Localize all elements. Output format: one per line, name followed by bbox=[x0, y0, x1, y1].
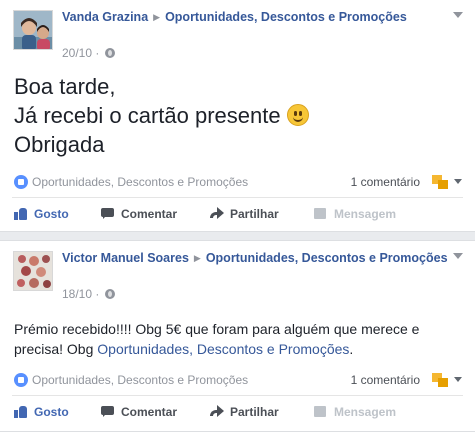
divider bbox=[12, 197, 463, 198]
author-avatar[interactable] bbox=[13, 251, 53, 291]
message-line-with-emoji: Já recebi o cartão presente bbox=[14, 101, 309, 130]
message-line: Obrigada bbox=[14, 132, 105, 157]
post-date[interactable]: 20/10 bbox=[62, 46, 92, 60]
post-timestamp[interactable]: 18/10 · bbox=[62, 287, 115, 301]
author-name[interactable]: Vanda Grazina bbox=[62, 10, 148, 24]
comment-count[interactable]: 1 comentário bbox=[351, 372, 420, 388]
like-button[interactable]: Gosto bbox=[14, 204, 69, 224]
thumbs-up-icon bbox=[14, 207, 28, 220]
post-options-chevron-icon[interactable] bbox=[453, 253, 463, 259]
reaction-names[interactable]: Oportunidades, Descontos e Promoções bbox=[32, 175, 248, 189]
author-avatar[interactable] bbox=[13, 10, 53, 50]
group-mention-link[interactable]: Oportunidades, Descontos e Promoções bbox=[97, 341, 349, 357]
author-name[interactable]: Victor Manuel Soares bbox=[62, 251, 189, 265]
like-reaction-icon bbox=[14, 373, 28, 387]
comment-count[interactable]: 1 comentário bbox=[351, 174, 420, 190]
post-message: Prémio recebido!!!! Obg 5€ que foram par… bbox=[14, 321, 420, 357]
message-icon bbox=[314, 405, 328, 418]
arrow-right-icon: ▶ bbox=[153, 12, 161, 22]
share-button[interactable]: Partilhar bbox=[210, 204, 279, 224]
feed-post: Victor Manuel Soares ▶ Oportunidades, Desc… bbox=[0, 240, 475, 432]
post-header: Vanda Grazina ▶ Oportunidades, Descontos e… bbox=[62, 8, 452, 27]
share-button[interactable]: Partilhar bbox=[210, 402, 279, 422]
comment-button[interactable]: Comentar bbox=[101, 402, 177, 422]
share-icon bbox=[210, 207, 224, 220]
chevron-down-icon[interactable] bbox=[454, 179, 462, 184]
post-header: Victor Manuel Soares ▶ Oportunidades, Desc… bbox=[62, 249, 452, 268]
like-button[interactable]: Gosto bbox=[14, 402, 69, 422]
divider bbox=[12, 395, 463, 396]
reactions-bar: Oportunidades, Descontos e Promoções 1 c… bbox=[14, 372, 462, 388]
post-timestamp[interactable]: 20/10 · bbox=[62, 46, 115, 60]
message-button: Mensagem bbox=[314, 402, 396, 422]
comment-icon bbox=[101, 207, 115, 220]
reactions-bar: Oportunidades, Descontos e Promoções 1 c… bbox=[14, 174, 462, 190]
post-message: Boa tarde, Já recebi o cartão presente O… bbox=[14, 72, 309, 159]
message-icon bbox=[314, 207, 328, 220]
feed-post: Vanda Grazina ▶ Oportunidades, Descontos e… bbox=[0, 0, 475, 232]
like-reaction-icon bbox=[14, 175, 28, 189]
globe-icon bbox=[104, 48, 115, 58]
post-options-chevron-icon[interactable] bbox=[453, 12, 463, 18]
translate-icon[interactable] bbox=[432, 373, 450, 387]
smiley-icon bbox=[286, 104, 309, 126]
globe-icon bbox=[104, 289, 115, 299]
post-actions: Gosto Comentar Partilhar Mensagem bbox=[14, 204, 464, 224]
comment-icon bbox=[101, 405, 115, 418]
message-line: Boa tarde, bbox=[14, 74, 116, 99]
translate-icon[interactable] bbox=[432, 175, 450, 189]
group-name[interactable]: Oportunidades, Descontos e Promoções bbox=[206, 251, 448, 265]
comment-button[interactable]: Comentar bbox=[101, 204, 177, 224]
arrow-right-icon: ▶ bbox=[193, 253, 201, 263]
group-name[interactable]: Oportunidades, Descontos e Promoções bbox=[165, 10, 407, 24]
post-actions: Gosto Comentar Partilhar Mensagem bbox=[14, 402, 464, 422]
message-button: Mensagem bbox=[314, 204, 396, 224]
reaction-names[interactable]: Oportunidades, Descontos e Promoções bbox=[32, 373, 248, 387]
share-icon bbox=[210, 405, 224, 418]
thumbs-up-icon bbox=[14, 405, 28, 418]
chevron-down-icon[interactable] bbox=[454, 377, 462, 382]
post-date[interactable]: 18/10 bbox=[62, 287, 92, 301]
